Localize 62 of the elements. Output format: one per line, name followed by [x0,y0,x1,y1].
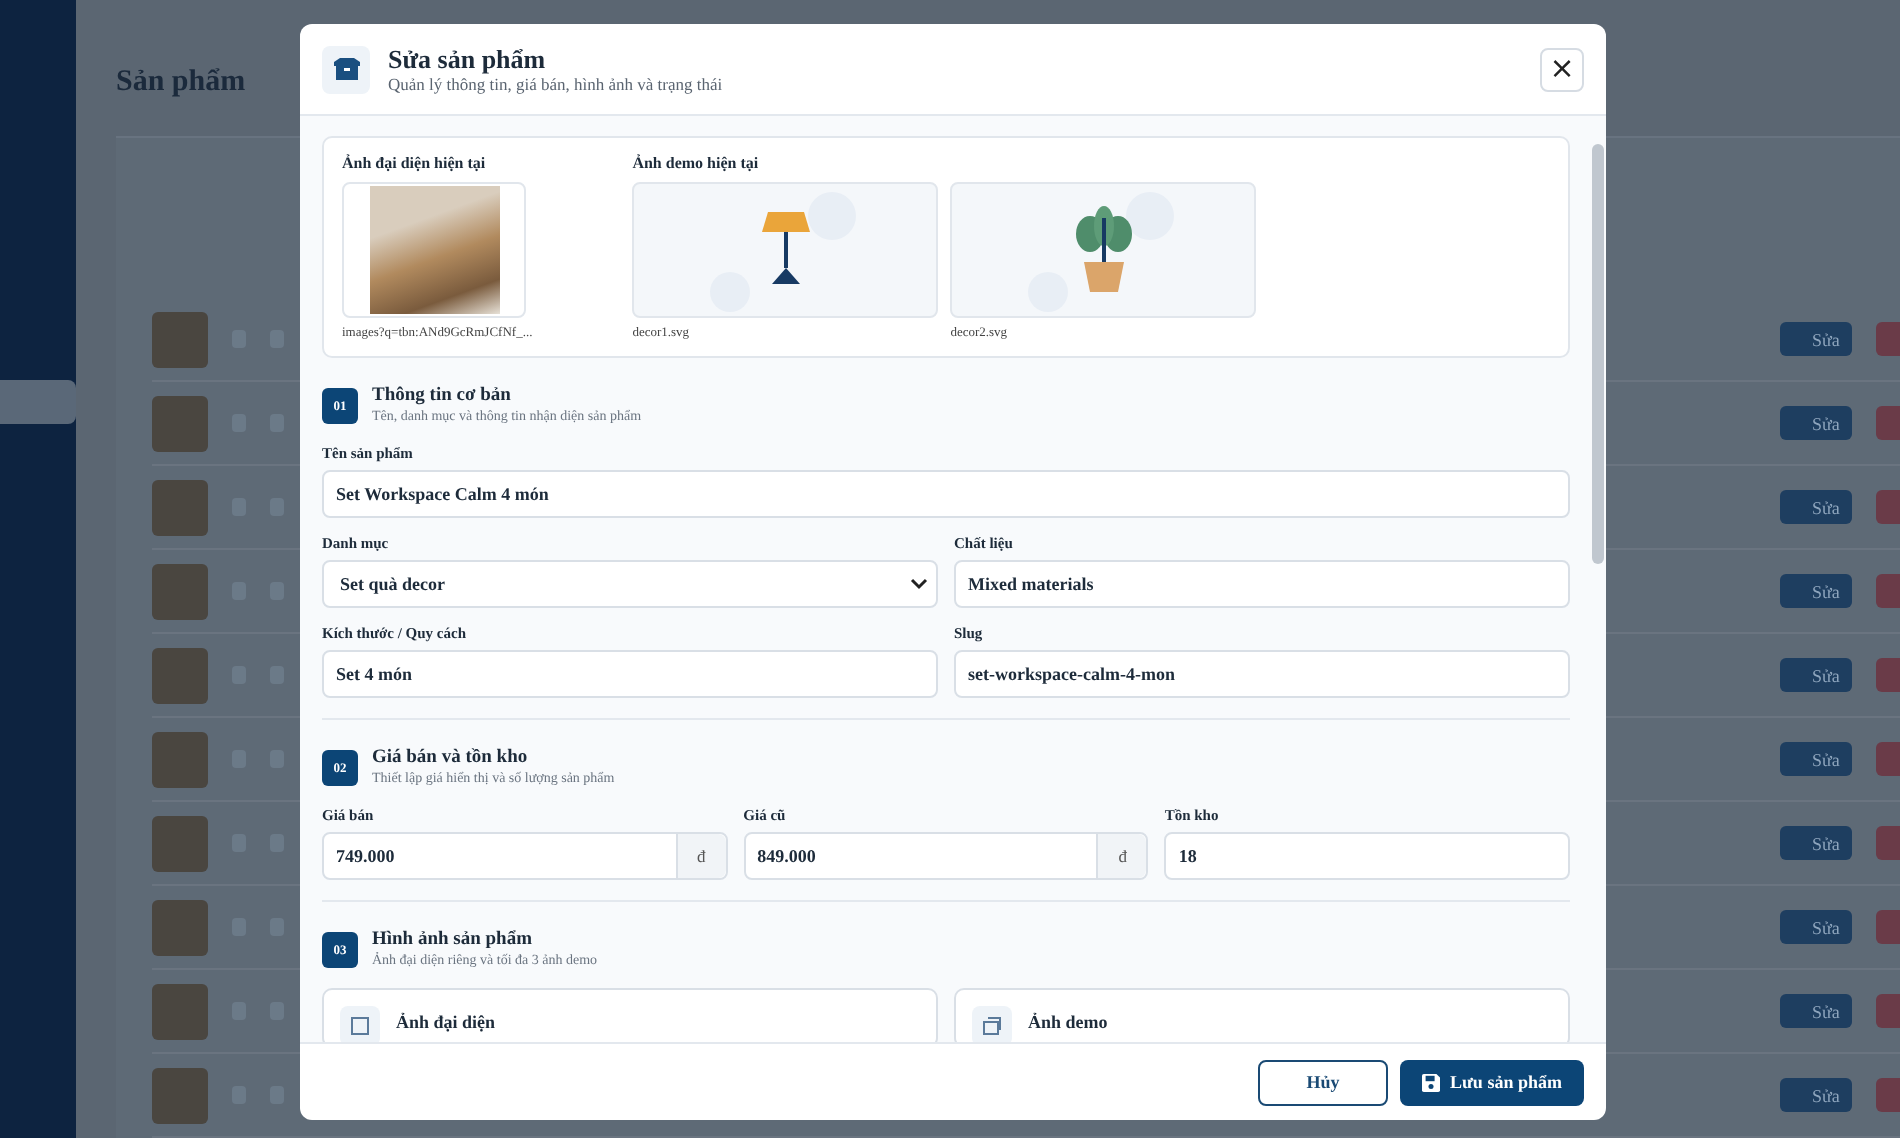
edit-button[interactable]: Sửa [1780,826,1852,860]
edit-button[interactable]: Sửa [1780,742,1852,776]
decor-circle [808,192,857,240]
delete-button[interactable] [1876,1078,1900,1112]
product-thumbnail [152,563,208,619]
product-thumbnail [152,1067,208,1123]
modal-title: Sửa sản phẩm [388,44,548,74]
input-field[interactable]: Set Workspace Calm 4 món [322,470,1570,518]
product-thumbnail [152,479,208,535]
delete-button[interactable] [1876,322,1900,356]
edit-button[interactable]: Sửa [1780,658,1852,692]
potted-plant-icon [1073,206,1134,294]
modal-subtitle: Quản lý thông tin, giá bán, hình ảnh và trạng thái [388,74,725,94]
sidebar-item[interactable] [0,380,76,424]
input-field[interactable]: 849.000 đ [743,832,1149,880]
currency-suffix: đ [1096,834,1147,878]
input-field[interactable]: Set 4 món [322,650,938,698]
delete-button[interactable] [1876,406,1900,440]
input-field[interactable]: 18 [1164,832,1570,880]
product-thumbnail [152,731,208,787]
section-title: Giá bán và tồn kho [372,746,530,770]
input-field[interactable]: set-workspace-calm-4-mon [954,650,1570,698]
edit-button[interactable]: Sửa [1780,406,1852,440]
delete-button[interactable] [1876,826,1900,860]
upload-card[interactable]: Ảnh đại diện [322,988,938,1042]
section-label: Ảnh demo hiện tại [632,154,761,172]
delete-button[interactable] [1876,742,1900,776]
upload-card[interactable]: Ảnh demo [954,988,1570,1042]
page-title: Sản phẩm [116,66,246,100]
edit-button[interactable]: Sửa [1780,910,1852,944]
delete-button[interactable] [1876,910,1900,944]
cancel-button[interactable]: Hủy [1258,1059,1388,1105]
product-thumbnail [152,311,208,367]
delete-button[interactable] [1876,658,1900,692]
chevron-down-icon [910,578,928,590]
product-thumbnail [152,647,208,703]
product-thumbnail [152,983,208,1039]
delete-button[interactable] [1876,490,1900,524]
image-icon [350,1016,370,1036]
delete-button[interactable] [1876,994,1900,1028]
product-thumbnail [152,899,208,955]
delete-button[interactable] [1876,574,1900,608]
photo-placeholder [369,186,499,314]
product-thumbnail [152,395,208,451]
currency-suffix: đ [675,834,726,878]
section-title: Hình ảnh sản phẩm [372,928,534,952]
save-button[interactable]: Lưu sản phẩm [1400,1059,1584,1105]
images-icon [982,1016,1002,1036]
input-field[interactable]: 749.000 đ [322,832,728,880]
input-field[interactable]: Mixed materials [954,560,1570,608]
edit-button[interactable]: Sửa [1780,1078,1852,1112]
edit-button[interactable]: Sửa [1780,574,1852,608]
decor-circle [1126,192,1175,240]
box-icon [333,58,359,80]
close-button[interactable]: × [1540,47,1584,91]
edit-button[interactable]: Sửa [1780,322,1852,356]
edit-button[interactable]: Sửa [1780,994,1852,1028]
section-label: Ảnh đại diện hiện tại [342,154,488,172]
edit-button[interactable]: Sửa [1780,490,1852,524]
section-title: Thông tin cơ bản [372,384,513,408]
category-select[interactable]: Set quà decor [322,560,938,608]
product-thumbnail [152,815,208,871]
